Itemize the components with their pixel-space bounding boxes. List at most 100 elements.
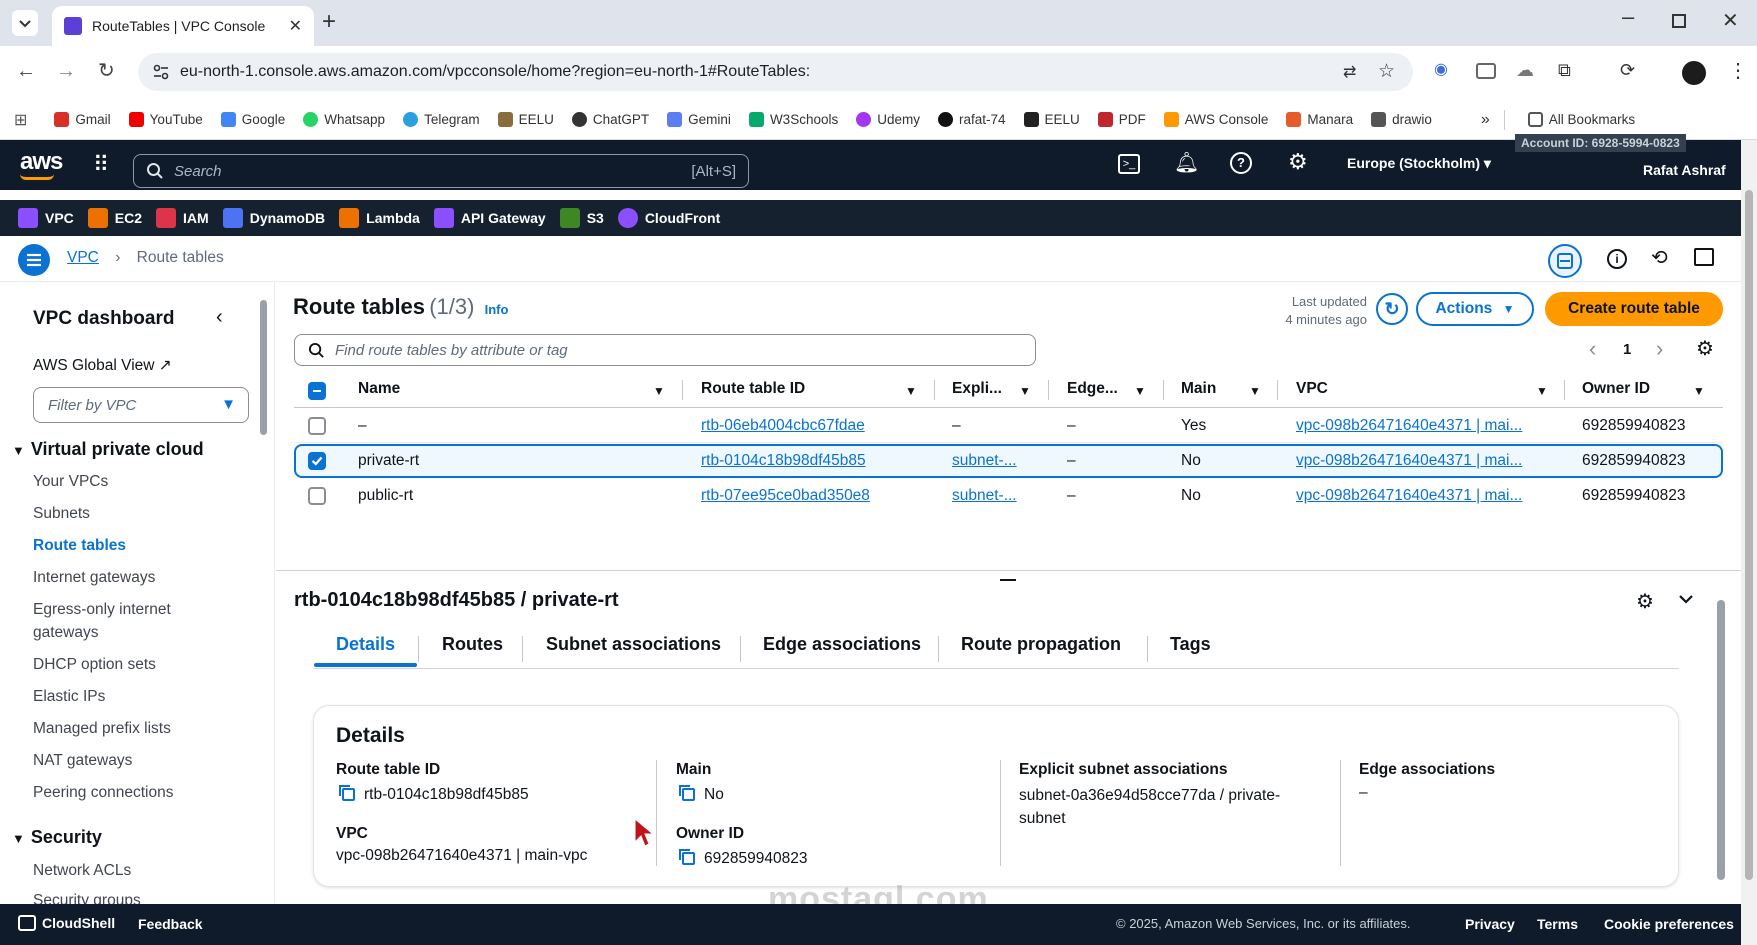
row-checkbox-checked[interactable] xyxy=(308,452,326,470)
column-header-edge[interactable]: Edge... xyxy=(1067,380,1118,398)
service-s3[interactable]: S3 xyxy=(559,208,604,228)
bookmark-eelu-2[interactable]: EELU xyxy=(1015,112,1089,127)
cloudshell-icon[interactable]: >_ xyxy=(1118,154,1140,174)
nav-elastic-ips[interactable]: Elastic IPs xyxy=(33,688,105,706)
column-header-name[interactable]: Name xyxy=(358,380,400,398)
filter-by-vpc-select[interactable]: Filter by VPC ▼ xyxy=(33,387,249,423)
detail-vpc-link[interactable]: vpc-098b26471640e4371 | main-vpc xyxy=(336,847,587,865)
split-panel-divider[interactable] xyxy=(276,570,1741,571)
copy-icon[interactable] xyxy=(678,848,696,866)
nav-scrollbar[interactable] xyxy=(260,300,267,435)
nav-egress-only-gateways-line2[interactable]: gateways xyxy=(33,624,98,642)
nav-section-security[interactable]: ▼ Security xyxy=(12,827,102,848)
tab-details[interactable]: Details xyxy=(336,634,395,655)
route-table-id-link[interactable]: rtb-06eb4004cbc67fdae xyxy=(701,417,865,435)
detail-settings-gear-icon[interactable]: ⚙ xyxy=(1636,589,1654,614)
service-api-gateway[interactable]: API Gateway xyxy=(433,208,546,228)
help-icon[interactable]: ? xyxy=(1230,152,1252,174)
close-tab-icon[interactable]: ✕ xyxy=(289,16,302,36)
subnet-link[interactable]: subnet-... xyxy=(952,452,1017,470)
sort-caret-icon[interactable]: ▼ xyxy=(1019,384,1031,398)
sort-caret-icon[interactable]: ▼ xyxy=(1536,384,1548,398)
service-cloudfront[interactable]: CloudFront xyxy=(617,208,720,228)
vpc-link[interactable]: vpc-098b26471640e4371 | mai... xyxy=(1296,452,1522,470)
main-scrollbar[interactable] xyxy=(1717,600,1725,880)
cookie-preferences-link[interactable]: Cookie preferences xyxy=(1604,916,1734,932)
bookmark-drawio[interactable]: drawio xyxy=(1362,112,1441,127)
bookmark-google[interactable]: Google xyxy=(212,112,295,127)
back-icon[interactable]: ← xyxy=(16,61,36,81)
region-selector[interactable]: Europe (Stockholm) ▾ xyxy=(1347,155,1491,172)
sort-caret-icon[interactable]: ▼ xyxy=(653,384,665,398)
browser-tab-active[interactable]: RouteTables | VPC Console ✕ xyxy=(52,6,314,46)
nav-subnets[interactable]: Subnets xyxy=(33,505,90,523)
privacy-link[interactable]: Privacy xyxy=(1465,916,1515,932)
aws-logo[interactable]: aws xyxy=(20,148,63,176)
bookmark-whatsapp[interactable]: Whatsapp xyxy=(294,112,394,127)
nav-internet-gateways[interactable]: Internet gateways xyxy=(33,569,155,587)
user-name[interactable]: Rafat Ashraf xyxy=(1643,162,1726,178)
service-ec2[interactable]: EC2 xyxy=(87,208,142,228)
aws-search-input[interactable]: Search [Alt+S] xyxy=(133,154,749,188)
copy-icon[interactable] xyxy=(678,784,696,802)
nav-peering-connections[interactable]: Peering connections xyxy=(33,784,173,802)
column-header-route-table-id[interactable]: Route table ID xyxy=(701,380,805,398)
bookmark-udemy[interactable]: Udemy xyxy=(847,112,929,127)
bookmark-eelu[interactable]: EELU xyxy=(489,112,563,127)
collapse-panel-chevron-icon[interactable] xyxy=(1676,589,1696,609)
nav-dhcp-option-sets[interactable]: DHCP option sets xyxy=(33,656,156,674)
new-tab-icon[interactable]: + xyxy=(322,8,336,36)
next-page-icon[interactable]: › xyxy=(1656,336,1663,362)
bookmark-youtube[interactable]: YouTube xyxy=(120,112,212,127)
screenshot-icon[interactable] xyxy=(1476,63,1496,79)
bookmark-chatgpt[interactable]: ChatGPT xyxy=(563,112,658,127)
column-header-owner-id[interactable]: Owner ID xyxy=(1582,380,1650,398)
bookmark-w3schools[interactable]: W3Schools xyxy=(740,112,847,127)
service-vpc[interactable]: VPC xyxy=(18,208,74,228)
profile-avatar[interactable] xyxy=(1682,61,1706,85)
bookmark-gmail[interactable]: Gmail xyxy=(45,112,119,127)
service-dynamodb[interactable]: DynamoDB xyxy=(222,208,325,228)
nav-section-virtual-private-cloud[interactable]: ▼ Virtual private cloud xyxy=(12,439,204,460)
tab-edge-associations[interactable]: Edge associations xyxy=(763,634,921,655)
bookmark-pdf[interactable]: PDF xyxy=(1089,112,1155,127)
column-header-main[interactable]: Main xyxy=(1181,380,1216,398)
sort-caret-icon[interactable]: ▼ xyxy=(1249,384,1261,398)
translate-icon[interactable]: ⇄ xyxy=(1343,62,1356,82)
explicit-subnet-link[interactable]: subnet-0a36e94d58cce77da / private- subn… xyxy=(1019,784,1280,830)
apps-grid-icon[interactable]: ⊞ xyxy=(14,110,27,130)
tab-search-icon[interactable] xyxy=(12,10,38,36)
address-bar[interactable]: eu-north-1.console.aws.amazon.com/vpccon… xyxy=(138,53,1413,91)
nav-network-acls[interactable]: Network ACLs xyxy=(33,862,131,880)
bookmark-gemini[interactable]: Gemini xyxy=(658,112,740,127)
page-number[interactable]: 1 xyxy=(1623,341,1631,358)
nav-title[interactable]: VPC dashboard xyxy=(33,308,174,330)
create-route-table-button[interactable]: Create route table xyxy=(1545,292,1723,326)
nav-egress-only-gateways[interactable]: Egress-only internet xyxy=(33,601,171,619)
nav-security-groups[interactable]: Security groups xyxy=(33,892,141,904)
nav-nat-gateways[interactable]: NAT gateways xyxy=(33,752,132,770)
cloudshell-button[interactable]: CloudShell xyxy=(18,915,115,931)
vpc-link[interactable]: vpc-098b26471640e4371 | mai... xyxy=(1296,417,1522,435)
cloud-icon[interactable]: ☁ xyxy=(1516,60,1534,81)
site-info-icon[interactable] xyxy=(152,63,170,81)
route-table-id-link[interactable]: rtb-0104c18b98df45b85 xyxy=(701,452,866,470)
bookmark-aws-console[interactable]: AWS Console xyxy=(1155,112,1278,127)
service-lambda[interactable]: Lambda xyxy=(339,208,420,228)
prev-page-icon[interactable]: ‹ xyxy=(1589,336,1596,362)
bookmark-github[interactable]: rafat-74 xyxy=(929,112,1015,127)
route-table-filter-input[interactable]: Find route tables by attribute or tag xyxy=(294,334,1036,366)
service-iam[interactable]: IAM xyxy=(156,208,209,228)
restore-icon[interactable] xyxy=(1672,14,1686,28)
split-panel-handle[interactable] xyxy=(1000,579,1016,581)
panel-toggle-icon[interactable] xyxy=(1548,244,1582,278)
account-id[interactable]: Account ID: 6928-5994-0823 xyxy=(1515,134,1686,152)
nav-route-tables[interactable]: Route tables xyxy=(33,537,126,555)
close-window-icon[interactable]: ✕ xyxy=(1722,8,1739,33)
sort-caret-icon[interactable]: ▼ xyxy=(1134,384,1146,398)
breadcrumb-vpc-link[interactable]: VPC xyxy=(67,249,99,266)
minimize-icon[interactable]: – xyxy=(1622,4,1634,30)
column-header-vpc[interactable]: VPC xyxy=(1296,380,1328,398)
tab-subnet-associations[interactable]: Subnet associations xyxy=(546,634,721,655)
sort-caret-icon[interactable]: ▼ xyxy=(905,384,917,398)
